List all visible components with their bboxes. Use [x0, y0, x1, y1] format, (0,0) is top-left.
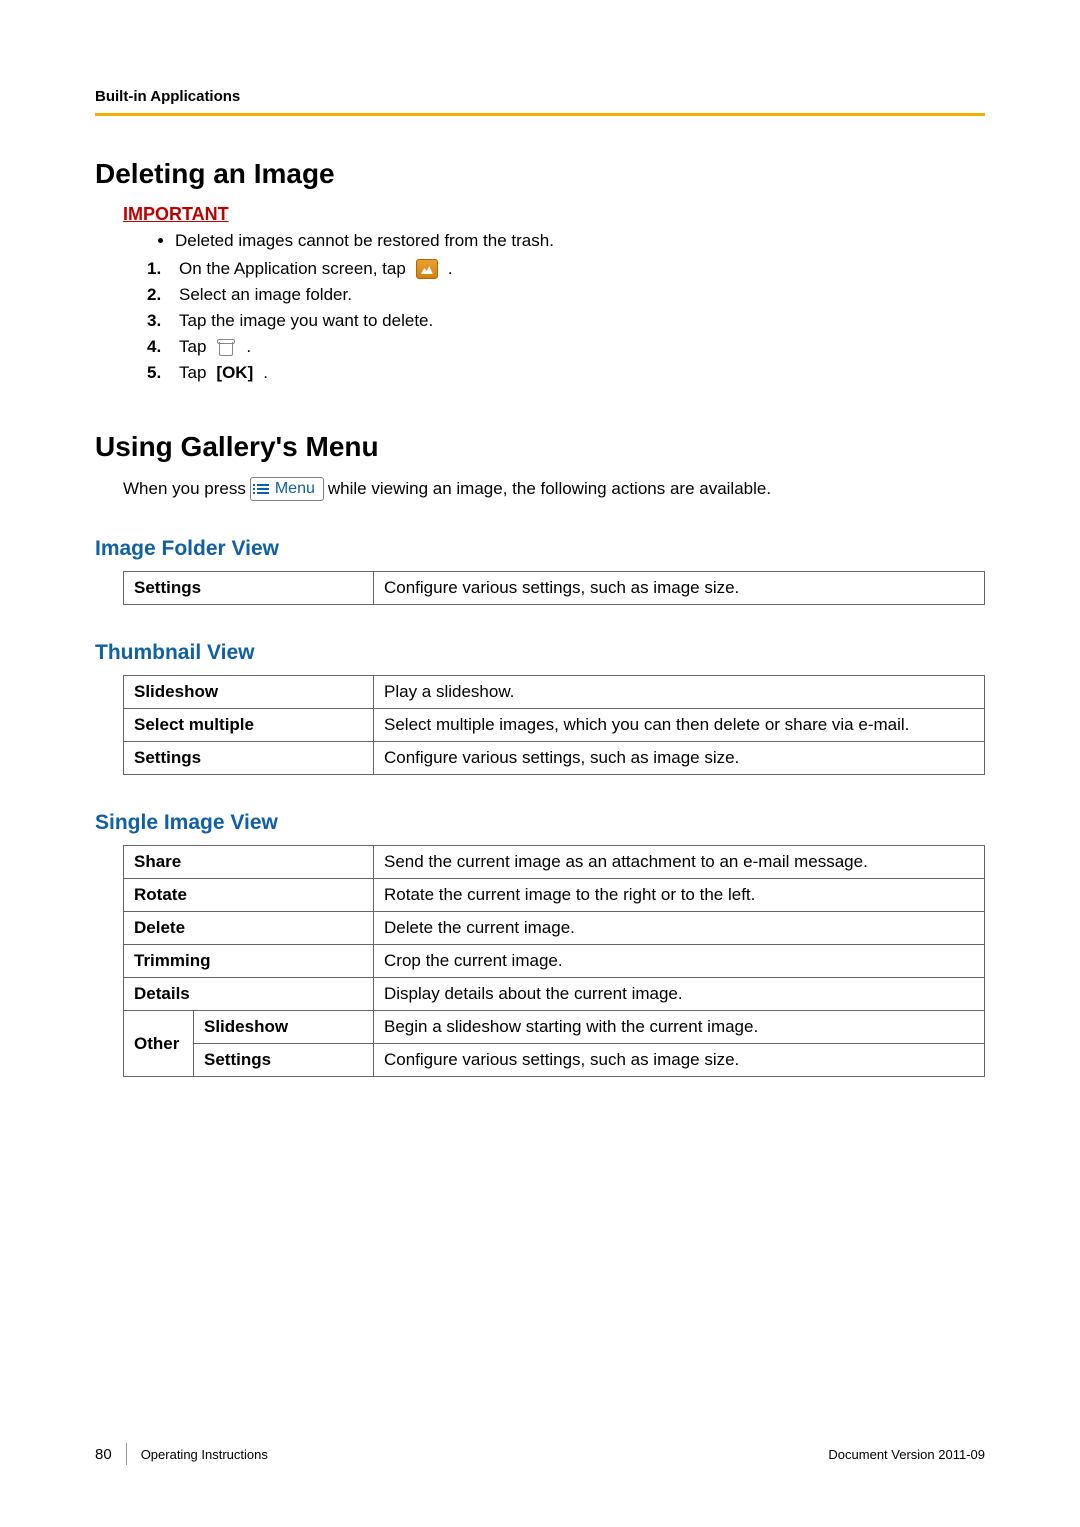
step-3: 3. Tap the image you want to delete.	[147, 311, 985, 331]
cell-desc: Play a slideshow.	[374, 676, 985, 709]
table-row: Settings Configure various settings, suc…	[124, 1044, 985, 1077]
table-row: Other Slideshow Begin a slideshow starti…	[124, 1011, 985, 1044]
table-row: Settings Configure various settings, suc…	[124, 742, 985, 775]
cell-desc: Select multiple images, which you can th…	[374, 709, 985, 742]
cell-desc: Rotate the current image to the right or…	[374, 879, 985, 912]
step-1-text-a: On the Application screen, tap	[179, 259, 406, 279]
cell-desc: Crop the current image.	[374, 945, 985, 978]
cell-desc: Send the current image as an attachment …	[374, 846, 985, 879]
page-footer: 80 Operating Instructions Document Versi…	[95, 1443, 985, 1465]
step-1-text-b: .	[448, 259, 453, 279]
page-number: 80	[95, 1446, 112, 1463]
intro-a: When you press	[123, 479, 246, 499]
heading-gallery-menu: Using Gallery's Menu	[95, 431, 985, 463]
table-row: Select multiple Select multiple images, …	[124, 709, 985, 742]
step-5: 5. Tap [OK] .	[147, 363, 985, 383]
footer-doc-title: Operating Instructions	[141, 1447, 268, 1462]
heading-folder-view: Image Folder View	[95, 537, 985, 561]
table-row: Rotate Rotate the current image to the r…	[124, 879, 985, 912]
cell-desc: Configure various settings, such as imag…	[374, 742, 985, 775]
gallery-menu-intro: When you press Menu while viewing an ima…	[123, 477, 985, 501]
heading-deleting-image: Deleting an Image	[95, 158, 985, 190]
step-4: 4. Tap .	[147, 337, 985, 357]
table-thumbnail-view: Slideshow Play a slideshow. Select multi…	[123, 675, 985, 775]
step-2: 2. Select an image folder.	[147, 285, 985, 305]
table-folder-view: Settings Configure various settings, suc…	[123, 571, 985, 605]
menu-lines-icon	[257, 484, 269, 494]
intro-b: while viewing an image, the following ac…	[328, 479, 771, 499]
cell-label: Details	[124, 978, 374, 1011]
step-5-text-c: .	[263, 363, 268, 383]
cell-label: Delete	[124, 912, 374, 945]
table-row: Details Display details about the curren…	[124, 978, 985, 1011]
cell-desc: Begin a slideshow starting with the curr…	[374, 1011, 985, 1044]
heading-thumbnail-view: Thumbnail View	[95, 641, 985, 665]
step-5-text-a: Tap	[179, 363, 206, 383]
menu-button-label: Menu	[275, 480, 315, 498]
header-rule	[95, 113, 985, 116]
table-single-image-view: Share Send the current image as an attac…	[123, 845, 985, 1077]
step-4-text-a: Tap	[179, 337, 206, 357]
cell-label: Trimming	[124, 945, 374, 978]
step-4-text-b: .	[246, 337, 251, 357]
cell-label: Settings	[124, 742, 374, 775]
step-3-text: Tap the image you want to delete.	[179, 311, 433, 331]
footer-divider	[126, 1443, 127, 1465]
menu-button-graphic: Menu	[250, 477, 324, 501]
step-2-text: Select an image folder.	[179, 285, 352, 305]
cell-desc: Delete the current image.	[374, 912, 985, 945]
heading-single-image-view: Single Image View	[95, 811, 985, 835]
cell-sublabel: Settings	[194, 1044, 374, 1077]
table-row: Delete Delete the current image.	[124, 912, 985, 945]
important-label: IMPORTANT	[123, 204, 985, 225]
cell-label: Select multiple	[124, 709, 374, 742]
table-row: Share Send the current image as an attac…	[124, 846, 985, 879]
cell-group-label: Other	[124, 1011, 194, 1077]
step-1: 1. On the Application screen, tap .	[147, 259, 985, 279]
cell-desc: Display details about the current image.	[374, 978, 985, 1011]
table-row: Trimming Crop the current image.	[124, 945, 985, 978]
table-row: Settings Configure various settings, suc…	[124, 572, 985, 605]
cell-label: Share	[124, 846, 374, 879]
trash-icon	[216, 337, 236, 357]
table-row: Slideshow Play a slideshow.	[124, 676, 985, 709]
gallery-icon	[416, 259, 438, 279]
cell-label: Settings	[124, 572, 374, 605]
important-note: Deleted images cannot be restored from t…	[175, 231, 985, 251]
cell-label: Rotate	[124, 879, 374, 912]
cell-desc: Configure various settings, such as imag…	[374, 1044, 985, 1077]
cell-label: Slideshow	[124, 676, 374, 709]
section-header: Built-in Applications	[95, 88, 985, 105]
cell-desc: Configure various settings, such as imag…	[374, 572, 985, 605]
cell-sublabel: Slideshow	[194, 1011, 374, 1044]
step-5-ok: [OK]	[216, 363, 253, 383]
footer-version: Document Version 2011-09	[828, 1447, 985, 1462]
